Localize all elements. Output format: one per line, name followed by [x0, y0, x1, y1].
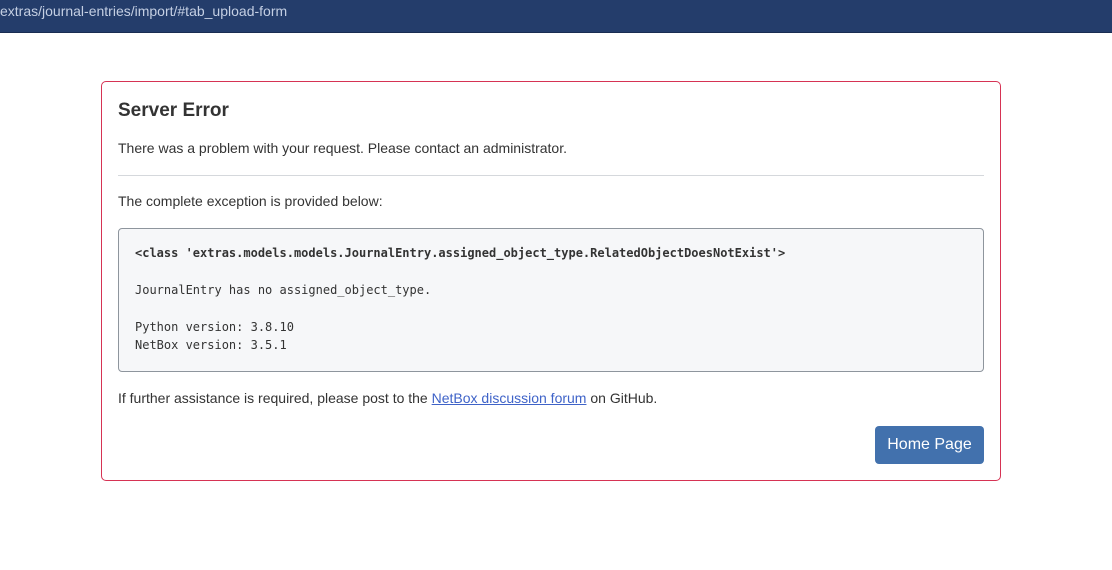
exception-intro: The complete exception is provided below…: [118, 193, 383, 209]
exception-spacer: [135, 262, 967, 281]
further-assistance-text: If further assistance is required, pleas…: [118, 389, 984, 407]
python-version: Python version: 3.8.10: [135, 320, 294, 334]
exception-message: JournalEntry has no assigned_object_type…: [135, 283, 432, 297]
further-prefix: If further assistance is required, pleas…: [118, 390, 432, 406]
page-title: Server Error: [118, 100, 229, 121]
problem-message: There was a problem with your request. P…: [118, 140, 567, 156]
discussion-forum-link[interactable]: NetBox discussion forum: [432, 390, 587, 406]
netbox-version: NetBox version: 3.5.1: [135, 338, 287, 352]
exception-block: <class 'extras.models.models.JournalEntr…: [118, 228, 984, 372]
server-error-card: Server Error There was a problem with yo…: [101, 81, 1001, 481]
divider: [118, 175, 984, 176]
home-page-button[interactable]: Home Page: [875, 426, 984, 464]
exception-class: <class 'extras.models.models.JournalEntr…: [135, 246, 786, 260]
url-text[interactable]: extras/journal-entries/import/#tab_uploa…: [0, 3, 287, 19]
browser-address-bar: extras/journal-entries/import/#tab_uploa…: [0, 0, 1112, 33]
further-suffix: on GitHub.: [586, 390, 658, 406]
exception-spacer: [135, 299, 967, 318]
